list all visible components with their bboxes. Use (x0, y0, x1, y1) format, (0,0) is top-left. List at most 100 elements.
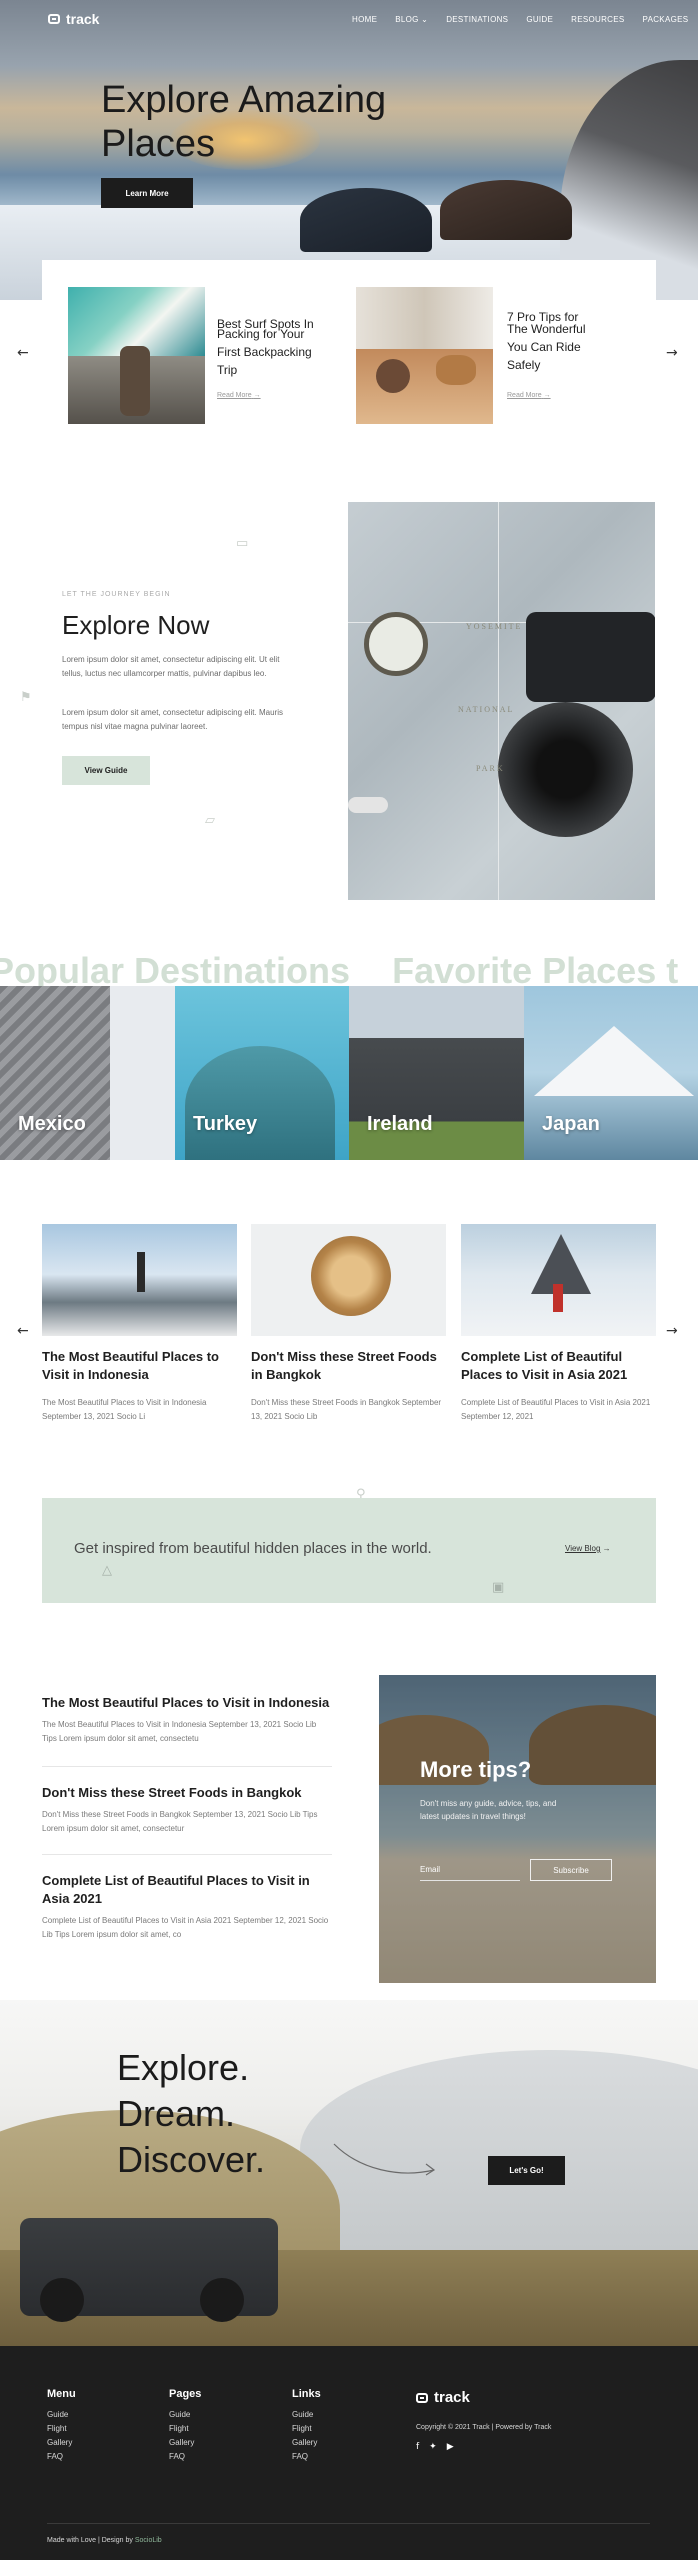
footer-logo[interactable]: track (416, 2389, 470, 2406)
nav-item-home[interactable]: HOME (352, 15, 377, 24)
sociolib-link[interactable]: SocioLib (135, 2537, 162, 2544)
blog-next-arrow-icon[interactable]: → (666, 1324, 678, 1338)
blog-card-image[interactable] (42, 1224, 237, 1336)
tent-image (440, 180, 572, 240)
article-meta: The Most Beautiful Places to Visit in In… (42, 1720, 317, 1743)
slider-card-image[interactable] (356, 287, 493, 424)
marquee-text: Favorite Places t (392, 950, 679, 991)
footer-link[interactable]: FAQ (47, 2450, 76, 2464)
slider-card-title-line: Safely (507, 358, 541, 372)
slider-next-arrow-icon[interactable]: → (666, 346, 678, 360)
youtube-icon[interactable]: ▶ (447, 2442, 454, 2452)
facebook-icon[interactable]: f (416, 2442, 419, 2452)
discover-heading-line: Dream. (117, 2093, 236, 2134)
learn-more-button[interactable]: Learn More (101, 178, 193, 208)
destination-card-mexico[interactable]: Mexico (0, 986, 175, 1160)
brand-logo[interactable]: track (48, 11, 99, 27)
blog-card-title[interactable]: Don't Miss these Street Foods in Bangkok (251, 1348, 441, 1384)
footer-link[interactable]: Flight (169, 2422, 201, 2436)
read-more-link[interactable]: Read More → (507, 392, 551, 399)
article-title[interactable]: Complete List of Beautiful Places to Vis… (42, 1872, 312, 1908)
footer-link[interactable]: FAQ (292, 2450, 321, 2464)
view-blog-link[interactable]: View Blog → (565, 1544, 611, 1553)
tips-title: More tips? (420, 1757, 532, 1782)
arrow-right-icon: → (602, 1544, 611, 1553)
logo-mark-icon (48, 14, 60, 24)
slider-prev-arrow-icon[interactable]: ← (17, 346, 29, 360)
logo-mark-icon (416, 2392, 428, 2403)
credit-text: Made with Love | Design by SocioLib (47, 2534, 162, 2548)
hero-title: Explore Amazing Places (101, 78, 386, 166)
destination-label: Mexico (18, 1113, 86, 1135)
blog-prev-arrow-icon[interactable]: ← (17, 1324, 29, 1338)
footer-heading: Menu (47, 2388, 76, 2400)
chevron-down-icon: ⌄ (421, 15, 429, 24)
camera-image (526, 612, 655, 702)
read-more-label: Read More (507, 392, 542, 399)
explore-map-image: YOSEMITE NATIONAL PARK (348, 502, 655, 900)
email-input[interactable]: Email (420, 1859, 520, 1881)
slider-card-title-line: You Can Ride (507, 340, 581, 354)
blog-card-title[interactable]: The Most Beautiful Places to Visit in In… (42, 1348, 232, 1384)
nav-item-blog[interactable]: BLOG ⌄ (395, 15, 428, 24)
destination-label: Ireland (367, 1113, 433, 1135)
article-title[interactable]: Don't Miss these Street Foods in Bangkok (42, 1784, 332, 1802)
footer-column-links: Links Guide Flight Gallery FAQ (292, 2388, 321, 2464)
brand-name: track (66, 11, 100, 27)
footer-link[interactable]: Gallery (292, 2436, 321, 2450)
subscribe-button[interactable]: Subscribe (530, 1859, 612, 1881)
slider-card-title-line: The Wonderful (507, 322, 586, 336)
jeep-image (20, 2218, 278, 2322)
article-meta: Don't Miss these Street Foods in Bangkok… (42, 1810, 318, 1833)
destination-card-turkey[interactable]: Turkey (175, 986, 349, 1160)
destination-card-ireland[interactable]: Ireland (349, 986, 524, 1160)
footer-divider (47, 2523, 650, 2524)
twitter-icon[interactable]: ✦ (429, 2442, 437, 2452)
slider-card-image[interactable] (68, 287, 205, 424)
nav-item-packages[interactable]: PACKAGES (643, 15, 689, 24)
footer-heading: Pages (169, 2388, 202, 2400)
nav-item-blog-label: BLOG (395, 15, 419, 24)
camera-icon: ▣ (492, 1580, 505, 1595)
article-title[interactable]: The Most Beautiful Places to Visit in In… (42, 1694, 332, 1712)
compass-image (364, 612, 428, 676)
nav-item-destinations[interactable]: DESTINATIONS (446, 15, 508, 24)
destination-label: Japan (542, 1113, 600, 1135)
footer-link[interactable]: FAQ (169, 2450, 201, 2464)
divider (42, 1854, 332, 1855)
footer-link[interactable]: Gallery (47, 2436, 76, 2450)
blog-card-meta: Complete List of Beautiful Places to Vis… (461, 1398, 651, 1421)
footer-link[interactable]: Guide (47, 2408, 76, 2422)
blog-card-meta: Don't Miss these Street Foods in Bangkok… (251, 1398, 442, 1421)
blog-card-image[interactable] (461, 1224, 656, 1336)
slider-card-title[interactable]: Best Surf Spots In Packing for Your Firs… (217, 315, 337, 379)
nav-item-resources[interactable]: RESOURCES (571, 15, 624, 24)
site-footer: Menu Guide Flight Gallery FAQ Pages Guid… (0, 2346, 698, 2560)
hero-section: track HOME BLOG ⌄ DESTINATIONS GUIDE RES… (0, 0, 698, 300)
tips-text: Don't miss any guide, advice, tips, and … (420, 1799, 557, 1821)
lets-go-button[interactable]: Let's Go! (488, 2156, 565, 2185)
blog-card-title[interactable]: Complete List of Beautiful Places to Vis… (461, 1348, 651, 1384)
view-blog-label: View Blog (565, 1544, 601, 1553)
discover-heading: Explore. Dream. Discover. (117, 2045, 265, 2183)
plane-icon: △ (102, 1563, 112, 1578)
footer-link[interactable]: Flight (292, 2422, 321, 2436)
map-icon: ▭ (236, 536, 249, 551)
footer-link[interactable]: Guide (169, 2408, 201, 2422)
footer-link[interactable]: Gallery (169, 2436, 201, 2450)
blog-carousel: ← → The Most Beautiful Places to Visit i… (0, 1224, 698, 1434)
slider-card-title[interactable]: 7 Pro Tips for The Wonderful You Can Rid… (507, 308, 627, 374)
footer-column-menu: Menu Guide Flight Gallery FAQ (47, 2388, 76, 2464)
tent-image (300, 188, 432, 252)
explore-title: Explore Now (62, 610, 210, 640)
footer-link[interactable]: Guide (292, 2408, 321, 2422)
footer-link[interactable]: Flight (47, 2422, 76, 2436)
read-more-link[interactable]: Read More → (217, 392, 261, 399)
view-guide-button[interactable]: View Guide (62, 756, 150, 785)
blog-card-image[interactable] (251, 1224, 446, 1336)
destination-card-japan[interactable]: Japan (524, 986, 698, 1160)
footer-column-pages: Pages Guide Flight Gallery FAQ (169, 2388, 201, 2464)
slider-card-title-line: Trip (217, 363, 238, 377)
airplane-image (348, 797, 388, 813)
nav-item-guide[interactable]: GUIDE (526, 15, 553, 24)
